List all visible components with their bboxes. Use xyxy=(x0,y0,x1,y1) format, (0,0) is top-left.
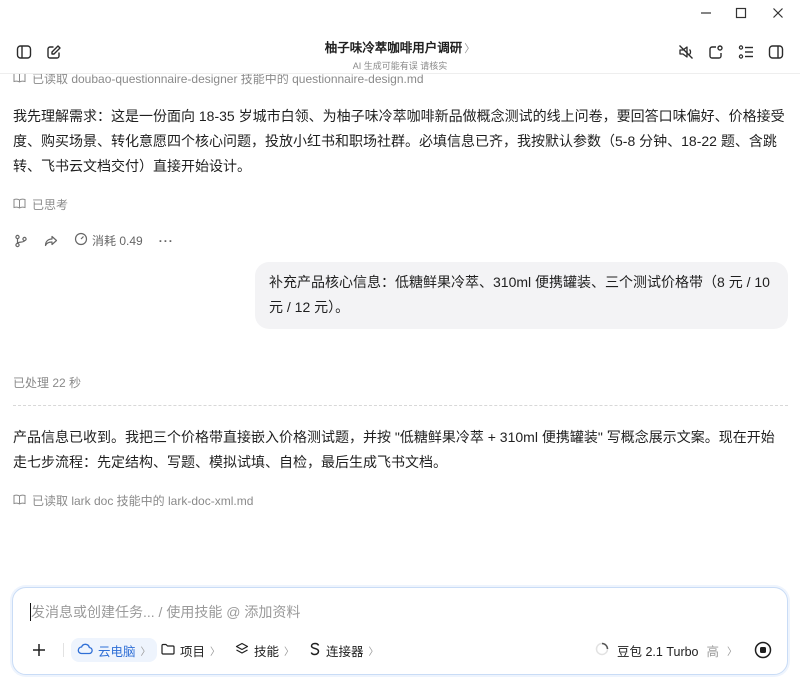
assistant-message: 我先理解需求：这是一份面向 18-35 岁城市白领、为柚子味冷萃咖啡新品做概念测… xyxy=(13,108,785,174)
close-icon[interactable] xyxy=(767,3,789,23)
new-chat-icon[interactable] xyxy=(42,40,66,64)
book-icon xyxy=(13,74,26,86)
chevron-right-icon: 〉 xyxy=(210,646,221,658)
thought-label: 已思考 xyxy=(32,198,69,212)
doc-read-text: 已读取 lark doc 技能中的 lark-doc-xml.md xyxy=(32,494,254,508)
ai-disclaimer: AI 生成可能有误 请核实 xyxy=(352,61,448,71)
chevron-right-icon: 〉 xyxy=(368,646,379,658)
thought-toggle[interactable]: 已思考 xyxy=(13,196,68,213)
message-composer: 云电脑 〉 项目 〉 技能 〉 连接器 〉 xyxy=(12,587,788,675)
chevron-right-icon: 〉 xyxy=(140,646,151,658)
more-options-icon[interactable]: ··· xyxy=(159,234,174,248)
conversation-title[interactable]: 柚子味冷萃咖啡用户调研〉 xyxy=(250,37,550,56)
cloud-pc-button[interactable]: 云电脑 〉 xyxy=(71,638,157,662)
toolbar-separator xyxy=(63,643,64,657)
connector-button[interactable]: 连接器 〉 xyxy=(303,638,385,662)
cloud-pc-label: 云电脑 xyxy=(98,644,136,659)
sidebar-toggle-icon[interactable] xyxy=(12,40,36,64)
stop-generation-button[interactable] xyxy=(751,638,775,662)
list-icon[interactable] xyxy=(734,40,758,64)
chevron-right-icon: 〉 xyxy=(284,646,295,658)
cloud-icon xyxy=(77,643,93,658)
loading-spinner-icon xyxy=(595,642,609,659)
layers-icon xyxy=(235,642,249,659)
book-icon xyxy=(13,494,26,508)
add-attachment-icon[interactable] xyxy=(27,638,51,662)
project-label: 项目 xyxy=(180,644,206,659)
maximize-icon[interactable] xyxy=(730,3,752,23)
cost-label: 消耗 0.49 xyxy=(92,234,143,248)
right-panel-icon[interactable] xyxy=(764,40,788,64)
processed-status: 已处理 22 秒 xyxy=(13,376,82,390)
skills-button[interactable]: 技能 〉 xyxy=(229,638,300,662)
title-block[interactable]: 柚子味冷萃咖啡用户调研〉 AI 生成可能有误 请核实 xyxy=(250,37,550,72)
message-input[interactable] xyxy=(31,600,731,624)
skill-read-text: 已读取 doubao-questionnaire-designer 技能中的 q… xyxy=(32,74,424,86)
minimize-icon[interactable] xyxy=(695,3,717,23)
assistant-message: 产品信息已收到。我把三个价格带直接嵌入价格测试题，并按 "低糖鲜果冷萃 + 31… xyxy=(13,429,775,470)
model-name: 豆包 2.1 Turbo xyxy=(617,644,699,659)
skills-label: 技能 xyxy=(254,644,280,659)
conversation-title-text: 柚子味冷萃咖啡用户调研 xyxy=(324,41,463,55)
model-selector[interactable]: 豆包 2.1 Turbo 高 〉 xyxy=(595,638,737,662)
gauge-icon xyxy=(74,232,88,249)
book-icon xyxy=(13,198,26,212)
forward-icon[interactable] xyxy=(44,234,58,248)
connector-label: 连接器 xyxy=(326,644,364,659)
divider xyxy=(13,405,788,406)
chevron-right-icon: 〉 xyxy=(727,646,738,658)
window-titlebar xyxy=(0,0,800,26)
doc-read-status: 已读取 lark doc 技能中的 lark-doc-xml.md xyxy=(13,492,253,509)
conversation-header: 柚子味冷萃咖啡用户调研〉 AI 生成可能有误 请核实 xyxy=(0,30,800,74)
folder-icon xyxy=(161,643,175,658)
mute-icon[interactable] xyxy=(674,40,698,64)
text-cursor xyxy=(30,603,31,621)
message-actions: 消耗 0.49 ··· xyxy=(14,232,174,249)
branch-icon[interactable] xyxy=(14,234,28,248)
cost-indicator: 消耗 0.49 xyxy=(74,232,143,249)
title-chevron-icon: 〉 xyxy=(464,43,476,55)
project-button[interactable]: 项目 〉 xyxy=(155,638,226,662)
user-message: 补充产品核心信息：低糖鲜果冷萃、310ml 便携罐装、三个测试价格带（8 元 /… xyxy=(255,262,788,329)
connector-icon xyxy=(309,642,321,659)
chat-transcript: 已读取 doubao-questionnaire-designer 技能中的 q… xyxy=(0,74,800,584)
model-tier: 高 xyxy=(706,644,720,659)
share-icon[interactable] xyxy=(704,40,728,64)
skill-read-status: 已读取 doubao-questionnaire-designer 技能中的 q… xyxy=(13,74,424,87)
composer-toolbar: 云电脑 〉 项目 〉 技能 〉 连接器 〉 豆包 2.1 Turbo 高 〉 xyxy=(13,636,789,664)
